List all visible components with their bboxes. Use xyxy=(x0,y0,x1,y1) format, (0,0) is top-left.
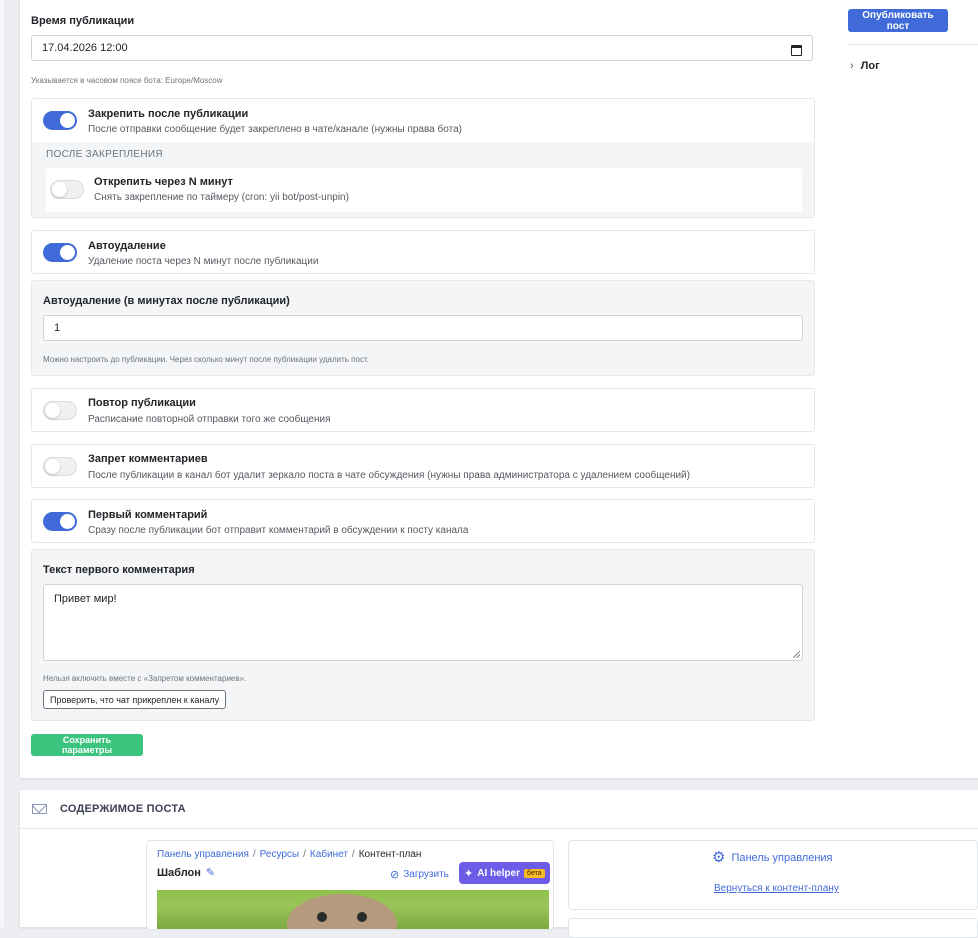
toggle-knob xyxy=(45,403,60,418)
calendar-icon[interactable] xyxy=(791,43,802,56)
upload-label: Загрузить xyxy=(403,869,449,880)
autodelete-minutes-card: Автоудаление (в минутах после публикации… xyxy=(31,280,815,376)
pin-option-header xyxy=(32,99,814,142)
no-comments-option-card: Запрет комментариев После публикации в к… xyxy=(31,444,815,488)
repeat-title: Повтор публикации xyxy=(88,397,196,409)
paperclip-icon: ⊘ xyxy=(390,869,400,881)
first-comment-textarea[interactable]: Привет мир! xyxy=(43,584,803,661)
sparkle-icon: ✦ xyxy=(464,867,474,880)
pin-toggle[interactable] xyxy=(43,111,77,130)
post-content-card: СОДЕРЖИМОЕ ПОСТА Панель управления / Ресур… xyxy=(20,790,978,938)
breadcrumb-resources[interactable]: Ресурсы xyxy=(260,849,299,860)
autodelete-option-card: Автоудаление Удаление поста через N мину… xyxy=(31,230,815,274)
unpin-title: Открепить через N минут xyxy=(94,176,233,188)
no-comments-toggle[interactable] xyxy=(43,457,77,476)
breadcrumb-cabinet[interactable]: Кабинет xyxy=(310,849,348,860)
gear-icon: ⚙ xyxy=(712,849,726,866)
no-comments-desc: После публикации в канал бот удалит зерк… xyxy=(88,470,690,481)
pin-desc: После отправки сообщение будет закреплен… xyxy=(88,124,462,135)
first-comment-title: Первый комментарий xyxy=(88,509,208,521)
sidebar-divider xyxy=(848,44,978,45)
upload-button[interactable]: ⊘ Загрузить xyxy=(390,868,449,881)
check-chat-linked-button[interactable]: Проверить, что чат прикреплен к каналу xyxy=(43,690,227,709)
back-to-content-plan-link[interactable]: Вернуться к контент-плану xyxy=(714,883,839,894)
autodelete-minutes-hint: Можно настроить до публикации. Через ско… xyxy=(43,355,369,364)
page-left-edge xyxy=(0,0,4,927)
ai-helper-button[interactable]: ✦ AI helper бета xyxy=(459,862,550,884)
publish-time-label: Время публикации xyxy=(31,15,135,27)
secondary-panel xyxy=(568,918,978,938)
post-image xyxy=(157,890,549,929)
toggle-knob xyxy=(60,245,75,260)
breadcrumb-separator: / xyxy=(303,849,306,860)
image-cat-shape xyxy=(287,894,397,929)
resize-grip-icon[interactable] xyxy=(793,651,800,658)
image-cat-eye xyxy=(317,912,327,922)
chevron-right-icon: › xyxy=(850,60,854,72)
log-label: Лог xyxy=(860,60,880,72)
breadcrumb-dashboard[interactable]: Панель управления xyxy=(157,849,249,860)
envelope-icon xyxy=(32,804,47,814)
first-comment-hint: Нельзя включить вместе с «Запретом комме… xyxy=(43,674,247,683)
dashboard-panel: ⚙ Панель управления Вернуться к контент-… xyxy=(568,840,978,910)
no-comments-title: Запрет комментариев xyxy=(88,453,208,465)
beta-badge: бета xyxy=(524,868,545,878)
post-settings-card: Опубликовать пост › Лог Время публикации… xyxy=(20,0,978,778)
publish-datetime-input[interactable]: 17.04.2026 12:00 xyxy=(31,35,813,61)
template-label: Шаблон xyxy=(157,867,201,879)
template-editor-panel: Панель управления / Ресурсы / Кабинет / Контен… xyxy=(146,840,554,930)
save-settings-button[interactable]: Сохранить параметры xyxy=(31,734,143,756)
timezone-hint: Указывается в часовом поясе бота: Europe… xyxy=(31,76,223,85)
first-comment-toggle[interactable] xyxy=(43,512,77,531)
toggle-knob xyxy=(45,459,60,474)
unpin-toggle[interactable] xyxy=(50,180,84,199)
autodelete-minutes-label: Автоудаление (в минутах после публикации… xyxy=(43,295,290,307)
breadcrumb-current: Контент-план xyxy=(358,849,422,860)
autodelete-desc: Удаление поста через N минут после публи… xyxy=(88,256,319,267)
toggle-knob xyxy=(60,113,75,128)
first-comment-text-card: Текст первого комментария Привет мир! Не… xyxy=(31,549,815,721)
ai-helper-label: AI helper xyxy=(477,867,521,879)
first-comment-text-value: Привет мир! xyxy=(54,593,117,605)
publish-post-button[interactable]: Опубликовать пост xyxy=(848,9,948,32)
template-title: Шаблон ✎ xyxy=(157,867,217,879)
unpin-option: Открепить через N минут Снять закреплени… xyxy=(46,168,802,212)
autodelete-minutes-value: 1 xyxy=(54,322,61,334)
repeat-toggle[interactable] xyxy=(43,401,77,420)
after-pin-label: ПОСЛЕ ЗАКРЕПЛЕНИЯ xyxy=(46,149,163,160)
pin-title: Закрепить после публикации xyxy=(88,108,249,120)
toggle-knob xyxy=(60,514,75,529)
publish-datetime-value: 17.04.2026 12:00 xyxy=(42,42,128,54)
repeat-option-card: Повтор публикации Расписание повторной о… xyxy=(31,388,815,432)
dashboard-panel-label: Панель управления xyxy=(731,851,833,864)
breadcrumb-separator: / xyxy=(351,849,355,860)
pin-option-card: Закрепить после публикации После отправк… xyxy=(31,98,815,218)
dashboard-panel-title: ⚙ Панель управления xyxy=(712,850,833,865)
log-toggle[interactable]: › Лог xyxy=(850,60,880,72)
autodelete-minutes-input[interactable]: 1 xyxy=(43,315,803,341)
autodelete-title: Автоудаление xyxy=(88,240,166,252)
autodelete-toggle[interactable] xyxy=(43,243,77,262)
first-comment-option-card: Первый комментарий Сразу после публикаци… xyxy=(31,499,815,543)
first-comment-text-label: Текст первого комментария xyxy=(43,564,195,576)
post-content-title: СОДЕРЖИМОЕ ПОСТА xyxy=(60,803,186,815)
unpin-desc: Снять закрепление по таймеру (cron: yii … xyxy=(94,192,349,203)
post-content-header: СОДЕРЖИМОЕ ПОСТА xyxy=(20,790,978,829)
repeat-desc: Расписание повторной отправки того же со… xyxy=(88,414,331,425)
pencil-icon[interactable]: ✎ xyxy=(206,867,217,879)
first-comment-desc: Сразу после публикации бот отправит комм… xyxy=(88,525,469,536)
toggle-knob xyxy=(52,182,67,197)
breadcrumb: Панель управления / Ресурсы / Кабинет / Контен… xyxy=(157,849,421,860)
image-cat-eye xyxy=(357,912,367,922)
breadcrumb-separator: / xyxy=(252,849,256,860)
